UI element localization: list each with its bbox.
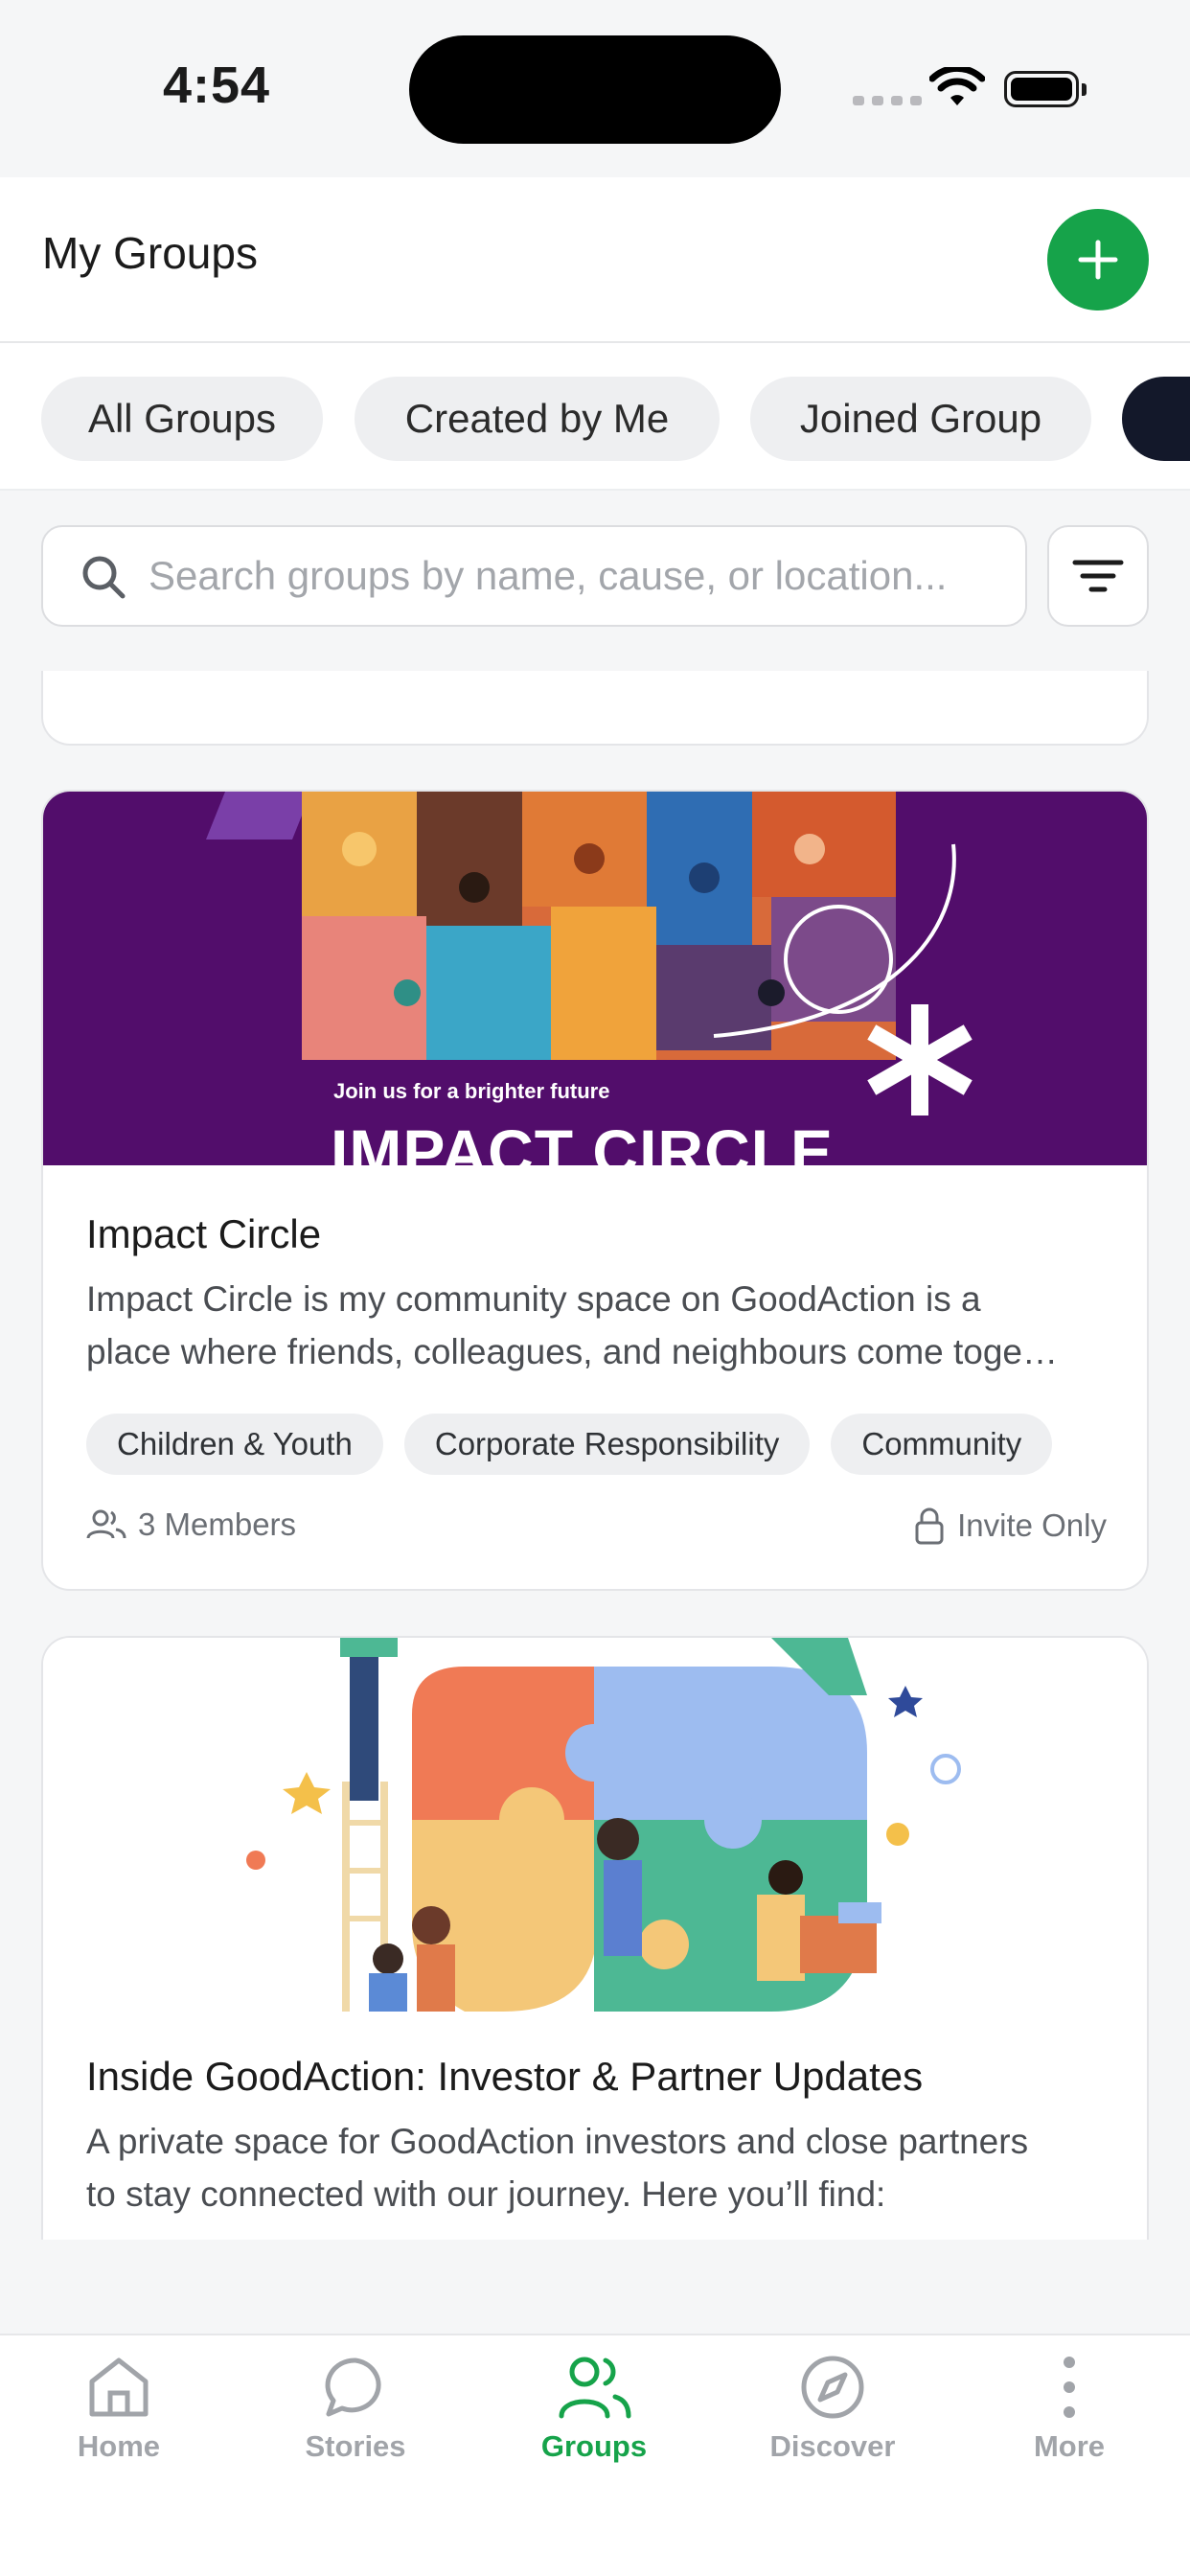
privacy-label: Invite Only: [957, 1507, 1107, 1543]
tag-chip: Community: [831, 1414, 1053, 1475]
status-time: 4:54: [163, 57, 271, 114]
group-description-line: Impact Circle is my community space on G…: [86, 1279, 981, 1319]
filter-icon: [1072, 560, 1124, 592]
group-card[interactable]: Inside GoodAction: Investor & Partner Up…: [41, 1636, 1149, 2240]
group-description: A private space for GoodAction investors…: [86, 2115, 1111, 2220]
nav-home[interactable]: Home: [23, 2353, 215, 2477]
users-icon: [86, 1509, 126, 1539]
privacy-status: Invite Only: [915, 1506, 1107, 1545]
group-card-partial[interactable]: [41, 671, 1149, 746]
status-bar: 4:54: [0, 0, 1190, 177]
member-count: 3 Members: [86, 1506, 296, 1543]
page-header: My Groups: [0, 177, 1190, 343]
nav-more-label: More: [1033, 2429, 1106, 2463]
plus-icon: [1078, 240, 1118, 280]
lock-icon: [915, 1507, 944, 1545]
tab-created-by-me[interactable]: Created by Me: [355, 377, 720, 461]
nav-more[interactable]: More: [973, 2353, 1165, 2477]
wifi-icon: [929, 67, 985, 105]
group-title: Inside GoodAction: Investor & Partner Up…: [86, 2054, 924, 2099]
nav-stories[interactable]: Stories: [260, 2353, 451, 2477]
group-description: Impact Circle is my community space on G…: [86, 1273, 1111, 1378]
search-input[interactable]: [149, 527, 1011, 625]
dynamic-island: [409, 35, 781, 144]
bottom-tab-bar: Home Stories Groups Discover More: [0, 2334, 1190, 2576]
tag-chip: Corporate Responsibility: [403, 1414, 811, 1475]
nav-discover[interactable]: Discover: [737, 2353, 928, 2477]
group-description-line: to stay connected with our journey. Here…: [86, 2174, 886, 2214]
search-bar: [41, 525, 1027, 627]
group-tags: Children & Youth Corporate Responsibilit…: [86, 1414, 1053, 1475]
banner-headline: IMPACT CIRCLE: [331, 1116, 835, 1165]
users-icon: [559, 2357, 631, 2419]
nav-discover-label: Discover: [769, 2429, 896, 2463]
tag-chip: Children & Youth: [86, 1414, 383, 1475]
group-banner-image: Join us for a brighter future IMPACT CIR…: [43, 792, 1147, 1165]
page-title: My Groups: [42, 228, 258, 278]
more-vertical-icon: [1064, 2357, 1075, 2418]
nav-groups-label: Groups: [540, 2429, 648, 2463]
create-group-button[interactable]: [1047, 209, 1149, 310]
chat-bubble-icon: [325, 2358, 381, 2417]
group-banner-image: [43, 1638, 1147, 2012]
nav-stories-label: Stories: [305, 2429, 406, 2463]
cellular-signal-icon: [853, 96, 922, 105]
search-icon: [82, 556, 126, 599]
filter-button[interactable]: [1047, 525, 1149, 627]
banner-tagline: Join us for a brighter future: [333, 1079, 610, 1103]
group-card[interactable]: Join us for a brighter future IMPACT CIR…: [41, 790, 1149, 1591]
tab-joined-group[interactable]: Joined Group: [750, 377, 1091, 461]
tab-offscreen[interactable]: [1122, 377, 1190, 461]
group-title: Impact Circle: [86, 1211, 322, 1256]
group-description-line: place where friends, colleagues, and nei…: [86, 1332, 1059, 1371]
battery-icon: [1004, 71, 1087, 107]
group-description-line: A private space for GoodAction investors…: [86, 2122, 1029, 2161]
compass-icon: [801, 2356, 864, 2419]
home-icon: [89, 2358, 149, 2417]
group-filter-tabs: All Groups Created by Me Joined Group: [0, 343, 1190, 491]
tab-all-groups[interactable]: All Groups: [41, 377, 323, 461]
nav-home-label: Home: [77, 2429, 161, 2463]
nav-groups[interactable]: Groups: [498, 2353, 690, 2477]
member-count-label: 3 Members: [138, 1506, 297, 1542]
